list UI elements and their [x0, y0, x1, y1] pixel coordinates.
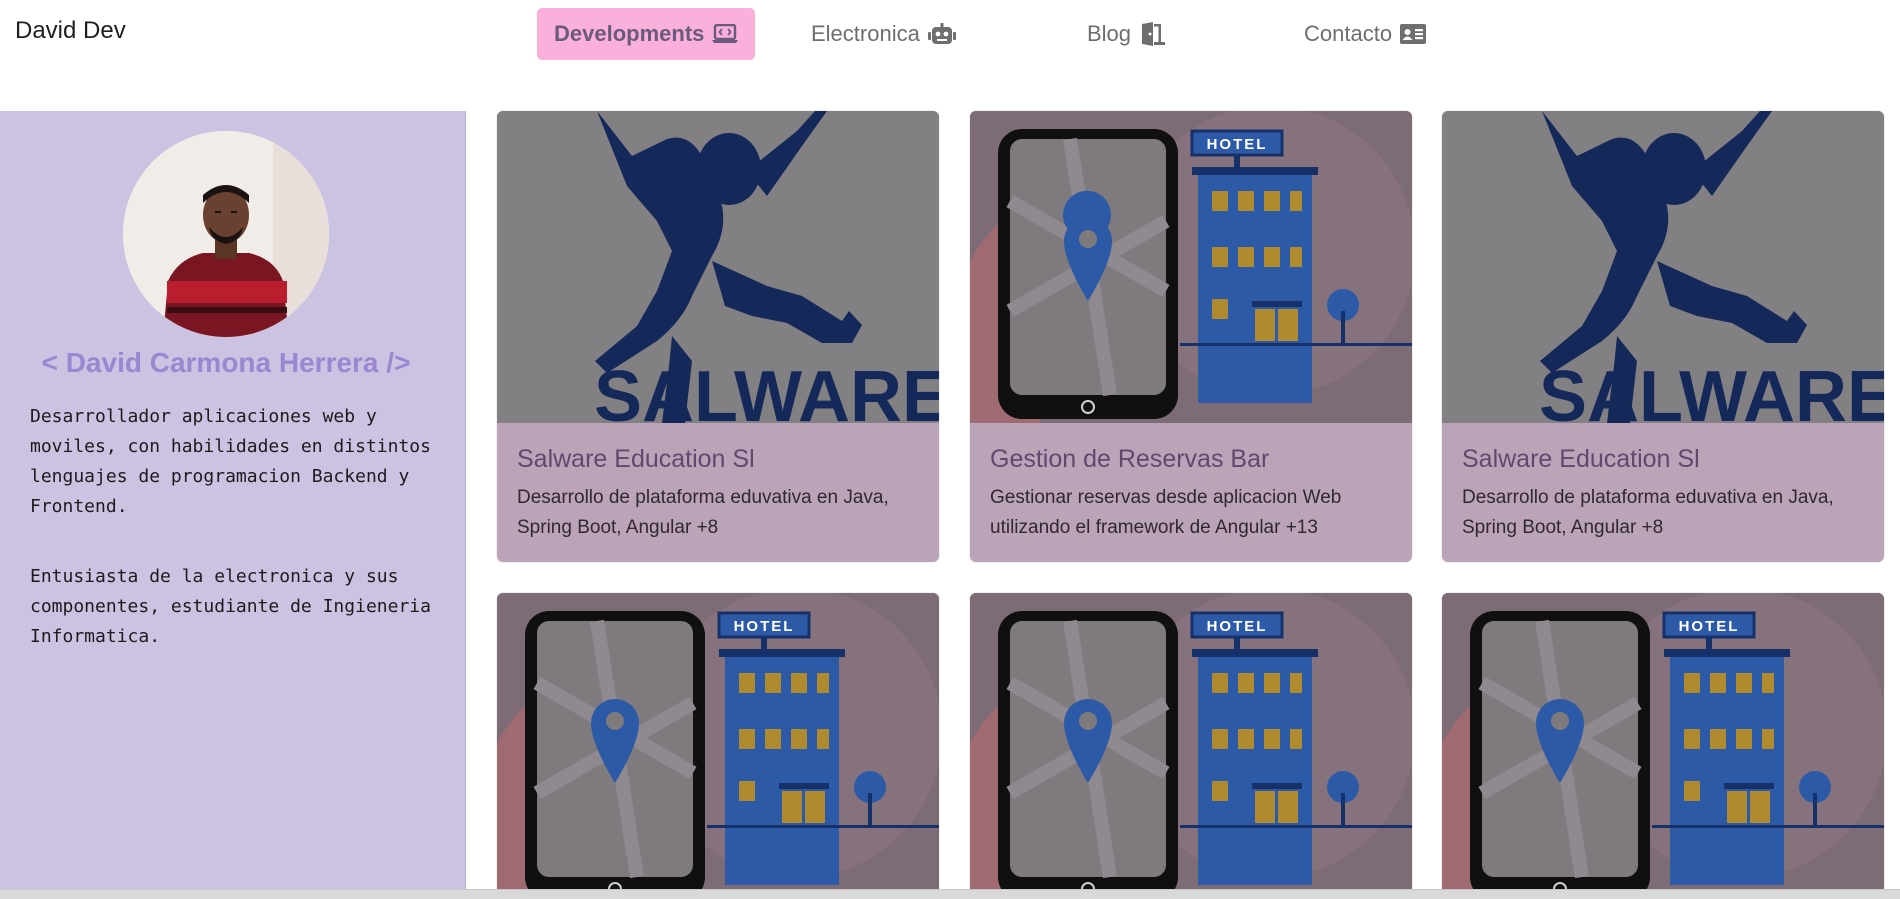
- top-navbar: David Dev Developments Electronica Blog …: [0, 0, 1900, 70]
- door-open-icon: [1139, 22, 1166, 46]
- project-card[interactable]: SALWARE Salware Education Sl Desarrollo …: [1442, 111, 1884, 562]
- project-card[interactable]: HOTEL: [970, 593, 1412, 898]
- project-card[interactable]: HOTEL Gestion de Reservas Bar Gestionar …: [970, 111, 1412, 562]
- hotel-sign-text: HOTEL: [734, 618, 795, 635]
- hotel-sign-text: HOTEL: [1207, 618, 1268, 635]
- hotel-map-image: HOTEL: [497, 593, 939, 898]
- nav-electronica[interactable]: Electronica: [794, 8, 973, 60]
- salware-logo-text: SALWARE: [594, 357, 939, 423]
- brand-logo[interactable]: David Dev: [15, 17, 126, 45]
- nav-developments[interactable]: Developments: [537, 8, 756, 60]
- nav-contacto[interactable]: Contacto: [1287, 8, 1443, 60]
- robot-icon: [927, 23, 956, 45]
- salware-logo-image: SALWARE: [497, 111, 939, 423]
- bio-paragraph: Desarrollador aplicaciones web y moviles…: [30, 406, 431, 517]
- salware-logo-text: SALWARE: [1539, 357, 1884, 423]
- hotel-map-image: HOTEL: [970, 593, 1412, 898]
- nav-blog[interactable]: Blog: [1070, 8, 1182, 60]
- card-description: Desarrollo de plataforma eduvativa en Ja…: [1462, 487, 1834, 538]
- project-card[interactable]: SALWARE Salware Education Sl Desarrollo …: [497, 111, 939, 562]
- card-description: Gestionar reservas desde aplicacion Web …: [990, 487, 1342, 538]
- nav-label: Contacto: [1304, 21, 1393, 46]
- profile-avatar: [123, 131, 329, 337]
- salware-logo-image: SALWARE: [1442, 111, 1884, 423]
- profile-name: < David Carmona Herrera />: [41, 347, 411, 378]
- nav-label: Blog: [1087, 21, 1132, 46]
- address-card-icon: [1400, 24, 1427, 44]
- project-card[interactable]: HOTEL: [497, 593, 939, 898]
- hotel-map-image: HOTEL: [970, 111, 1412, 423]
- profile-sidebar: < David Carmona Herrera /> Desarrollador…: [0, 111, 466, 898]
- card-title: Salware Education Sl: [1462, 445, 1700, 473]
- project-card[interactable]: HOTEL: [1442, 593, 1884, 898]
- hotel-map-image: HOTEL: [1442, 593, 1884, 898]
- card-description: Desarrollo de plataforma eduvativa en Ja…: [517, 487, 889, 538]
- nav-label: Developments: [554, 21, 705, 46]
- hotel-sign-text: HOTEL: [1207, 136, 1268, 153]
- nav-label: Electronica: [811, 21, 920, 46]
- bio-paragraph: Entusiasta de la electronica y sus compo…: [30, 566, 431, 647]
- laptop-code-icon: [712, 24, 739, 44]
- hotel-sign-text: HOTEL: [1679, 618, 1740, 635]
- card-title: Salware Education Sl: [517, 445, 755, 473]
- card-title: Gestion de Reservas Bar: [990, 445, 1270, 473]
